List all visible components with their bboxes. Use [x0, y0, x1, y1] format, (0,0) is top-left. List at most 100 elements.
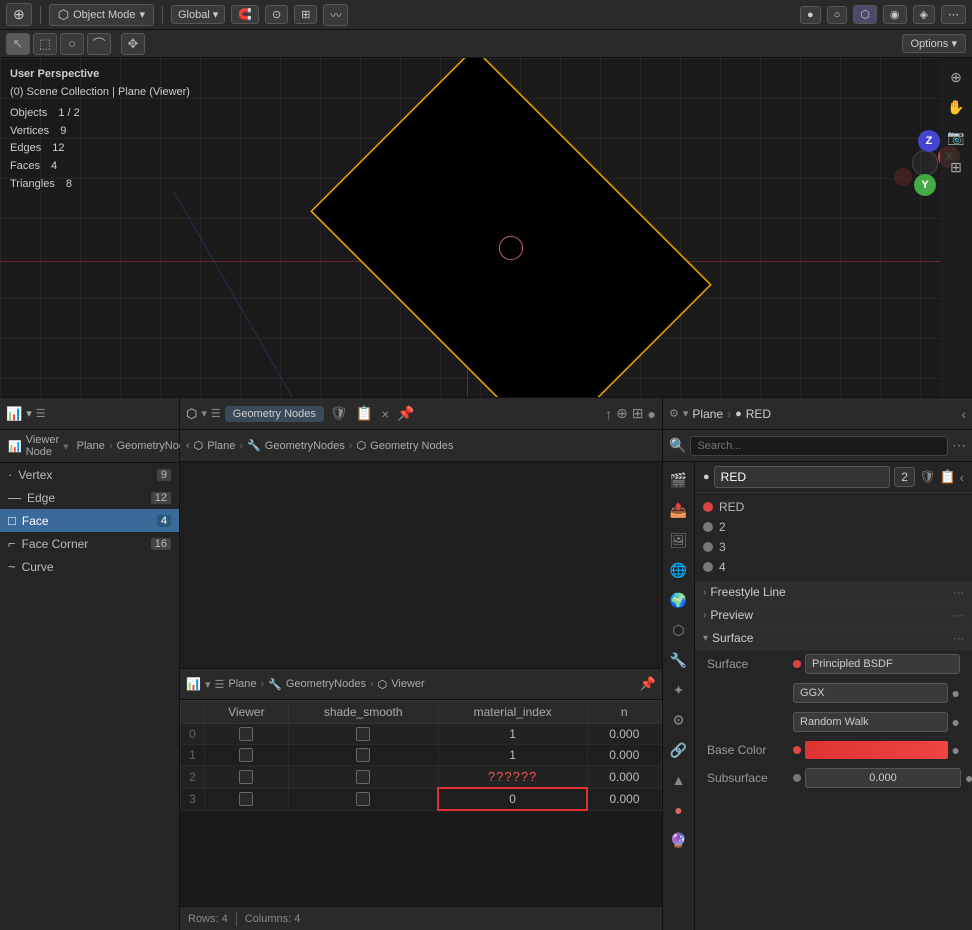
node-canvas[interactable]: ▾ Group Input Geometry ▾ Material Select… [180, 462, 662, 668]
pin-node-icon[interactable]: 📌 [395, 405, 416, 422]
subsurface-dot-btn[interactable]: ● [965, 770, 972, 786]
pan-btn[interactable]: ✋ [943, 94, 969, 120]
shade-checkbox-1[interactable] [356, 748, 370, 762]
render-props-icon[interactable]: 🎬 [665, 466, 693, 494]
snap-icon[interactable]: ⊕ [616, 405, 628, 422]
base-color-dot-btn[interactable]: ● [952, 742, 960, 758]
view-layer-icon[interactable]: 🖼 [665, 526, 693, 554]
viewer-checkbox-3[interactable] [239, 792, 253, 806]
props-search-icon[interactable]: 🔍 [669, 437, 686, 454]
node-editor-menu: ☰ [211, 407, 221, 420]
more-btn[interactable]: ⋯ [941, 5, 966, 24]
ss-pin-icon[interactable]: 📌 [640, 676, 656, 692]
material-item-3[interactable]: 3 [695, 537, 972, 557]
node-editor-dropdown[interactable]: ▾ [201, 407, 207, 420]
material-item-2[interactable]: 2 [695, 517, 972, 537]
object-mode-btn[interactable]: ⬡ Object Mode ▾ [49, 4, 154, 26]
viewer-checkbox-2[interactable] [239, 770, 253, 784]
ggx-btn[interactable]: GGX [793, 683, 948, 703]
base-color-swatch[interactable] [805, 741, 948, 759]
material-item-4[interactable]: 4 [695, 557, 972, 577]
col-viewer[interactable]: Viewer [205, 701, 289, 724]
viewport-solid-btn[interactable]: ⬡ [853, 5, 877, 24]
material-props-icon[interactable]: ● [665, 796, 693, 824]
face-item[interactable]: □ Face 4 [0, 509, 179, 532]
wavy-btn[interactable]: 〰 [323, 4, 348, 26]
global-label: Global [178, 9, 210, 21]
output-props-icon[interactable]: 📤 [665, 496, 693, 524]
viewport-shading-btn[interactable]: ● [800, 6, 821, 24]
data-props-icon[interactable]: ▲ [665, 766, 693, 794]
col-material-index[interactable]: material_index [438, 701, 587, 724]
select-box-tool[interactable]: ⬚ [33, 33, 57, 55]
viewport-3d[interactable]: User Perspective (0) Scene Collection | … [0, 58, 972, 398]
blender-menu-btn[interactable]: ⊕ [6, 3, 32, 26]
viewport-material-btn[interactable]: ◈ [913, 5, 935, 24]
overlay-circles-btn[interactable]: ⊞ [294, 5, 317, 24]
viewer-checkbox-1[interactable] [239, 748, 253, 762]
edge-item[interactable]: — Edge 12 [0, 486, 179, 509]
copy-icon[interactable]: 📋 [354, 405, 375, 422]
camera-view-btn[interactable]: 📷 [943, 124, 969, 150]
material-collapse-btn[interactable]: ‹ [960, 470, 964, 485]
roughness-dot-btn[interactable]: ● [952, 714, 960, 730]
material-item-red[interactable]: RED [695, 497, 972, 517]
freestyle-line-section[interactable]: › Freestyle Line ⋯ [695, 581, 972, 604]
geometry-nodes-tab[interactable]: Geometry Nodes [225, 406, 324, 422]
select-lasso-tool[interactable]: ⌒ [87, 33, 111, 55]
spreadsheet-table-container[interactable]: Viewer shade_smooth material_index n 0 [180, 700, 662, 906]
surface-section-header[interactable]: ▾ Surface ⋯ [695, 627, 972, 650]
transform-tool[interactable]: ✥ [121, 33, 145, 55]
subsurface-input[interactable] [805, 768, 961, 788]
shade-checkbox-3[interactable] [356, 792, 370, 806]
props-search-input[interactable] [690, 436, 948, 456]
close-tab-icon[interactable]: × [379, 406, 391, 422]
arrow-up-btn[interactable]: ↑ [605, 406, 612, 422]
random-walk-btn[interactable]: Random Walk [793, 712, 948, 732]
col-n[interactable]: n [587, 701, 661, 724]
world-props-icon[interactable]: 🌍 [665, 586, 693, 614]
snap-magnet-btn[interactable]: 🧲 [231, 5, 259, 24]
global-btn[interactable]: Global ▾ [171, 5, 225, 24]
object-props-icon[interactable]: ⬡ [665, 616, 693, 644]
constraint-props-icon[interactable]: 🔗 [665, 736, 693, 764]
props-dropdown[interactable]: ▾ [683, 407, 689, 420]
shield-icon[interactable]: 🛡 [328, 405, 350, 422]
preview-section[interactable]: › Preview ⋯ [695, 604, 972, 627]
gizmo-z-axis[interactable]: Z [918, 130, 940, 152]
options-btn[interactable]: Options ▾ [902, 34, 967, 53]
material-name-input[interactable] [714, 466, 891, 488]
select-circle-tool[interactable]: ○ [60, 33, 84, 55]
zoom-in-btn[interactable]: ⊕ [943, 64, 969, 90]
back-icon[interactable]: ‹ [186, 440, 190, 452]
material-copy-icon[interactable]: 📋 [939, 469, 955, 485]
spreadsheet-dropdown[interactable]: ▾ [205, 678, 211, 691]
metallic-dot-btn[interactable]: ● [952, 685, 960, 701]
shader-props-icon[interactable]: 🔮 [665, 826, 693, 854]
gizmo-y-axis[interactable]: Y [914, 174, 936, 196]
shade-checkbox-0[interactable] [356, 727, 370, 741]
curve-item[interactable]: ~ Curve [0, 555, 179, 578]
modifier-props-icon[interactable]: 🔧 [665, 646, 693, 674]
col-shade-smooth[interactable]: shade_smooth [288, 701, 438, 724]
orthographic-btn[interactable]: ⊞ [943, 154, 969, 180]
shade-checkbox-2[interactable] [356, 770, 370, 784]
viewport-rendered-btn[interactable]: ◉ [883, 5, 907, 24]
face-corner-item[interactable]: ⌐ Face Corner 16 [0, 532, 179, 555]
vertex-item[interactable]: · Vertex 9 [0, 463, 179, 486]
props-more-btn[interactable]: ⋯ [952, 437, 966, 454]
shading-icon[interactable]: ● [648, 406, 656, 422]
physics-props-icon[interactable]: ⚙ [665, 706, 693, 734]
select-cursor-tool[interactable]: ↖ [6, 33, 30, 55]
props-collapse-btn[interactable]: ‹ [961, 406, 966, 422]
viewport-shading-wire-btn[interactable]: ○ [827, 6, 848, 24]
grid-icon[interactable]: ⊞ [632, 405, 644, 422]
scene-props-icon[interactable]: 🌐 [665, 556, 693, 584]
viewer-node-dropdown[interactable]: ▾ [63, 440, 69, 453]
viewer-checkbox-0[interactable] [239, 727, 253, 741]
row-0-matidx: 1 [438, 724, 587, 745]
proportional-btn[interactable]: ⊙ [265, 5, 288, 24]
material-shield-icon[interactable]: 🛡 [919, 469, 936, 485]
principled-bsdf-btn[interactable]: Principled BSDF [805, 654, 960, 674]
particle-props-icon[interactable]: ✦ [665, 676, 693, 704]
